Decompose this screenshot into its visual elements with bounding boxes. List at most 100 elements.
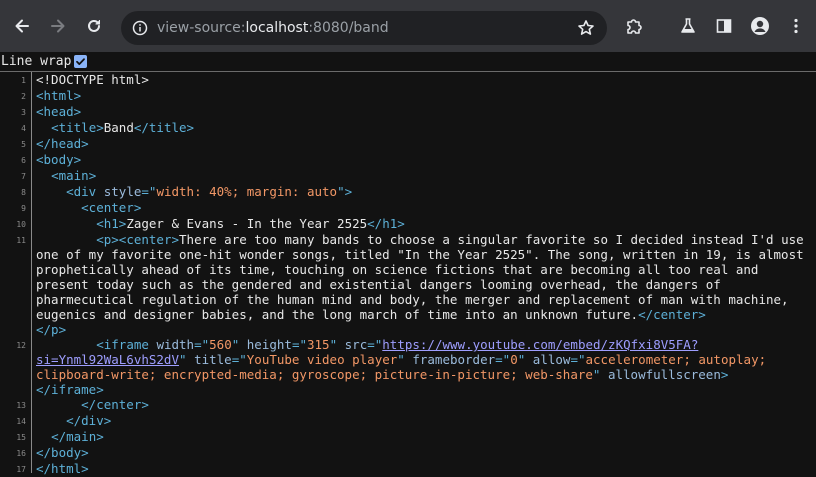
browser-toolbar: view-source:localhost:8080/band <box>0 0 816 52</box>
source-line: 9 <center> <box>0 200 816 216</box>
bookmark-star-icon[interactable] <box>575 17 597 39</box>
attr-name: allowfullscreen <box>607 367 721 382</box>
attr-value: 560 <box>209 337 232 352</box>
tag: </html> <box>36 461 89 476</box>
source-line: 1 <!DOCTYPE html> <box>0 72 816 88</box>
tag: <main> <box>51 168 97 183</box>
tag: =" <box>141 184 157 199</box>
attr-value: YouTube video player <box>246 352 398 367</box>
attr-name: allow <box>532 352 571 367</box>
source-line: 7 <main> <box>0 168 816 184</box>
attr-value: 0 <box>510 352 518 367</box>
tag: </center> <box>638 307 706 322</box>
line-number: 3 <box>21 108 26 117</box>
puzzle-icon <box>627 19 642 34</box>
source-line: 3 <head> <box>0 104 816 120</box>
attr-name: frameborder <box>412 352 496 367</box>
url-text[interactable]: view-source:localhost:8080/band <box>157 11 389 45</box>
tag: <center> <box>81 200 142 215</box>
source-line: 11 <p><center>There are too many bands t… <box>0 232 816 337</box>
line-number: 5 <box>21 140 26 149</box>
tag: </title> <box>133 120 195 135</box>
text: Zager & Evans - In the Year 2525 <box>126 216 368 231</box>
text: Band <box>103 120 134 135</box>
line-wrap-checkbox[interactable] <box>74 55 87 68</box>
source-line: 10 <h1>Zager & Evans - In the Year 2525<… <box>0 216 816 232</box>
forward-arrow-icon <box>51 19 65 33</box>
tag: </p> <box>36 322 67 337</box>
flask-icon <box>681 18 695 33</box>
reload-button[interactable] <box>80 12 108 40</box>
tag: <html> <box>36 88 82 103</box>
attr-value: width: 40%; margin: auto <box>156 184 338 199</box>
line-number: 8 <box>21 188 26 197</box>
avatar-icon <box>751 17 769 35</box>
tag: </main> <box>51 429 104 444</box>
back-button[interactable] <box>8 12 36 40</box>
line-wrap-label: Line wrap <box>1 54 72 69</box>
line-number: 2 <box>21 92 26 101</box>
profile-button[interactable] <box>746 12 774 40</box>
kebab-menu-icon <box>794 18 798 34</box>
tag: <iframe <box>96 337 157 352</box>
line-number: 17 <box>16 465 26 474</box>
address-bar[interactable]: view-source:localhost:8080/band <box>121 11 607 45</box>
side-panel-icon <box>716 19 732 33</box>
tag: </center> <box>81 397 149 412</box>
menu-button[interactable] <box>782 12 810 40</box>
back-arrow-icon <box>15 19 29 33</box>
tag: </body> <box>36 445 89 460</box>
tag: <h1> <box>96 216 127 231</box>
source-line: 15 </main> <box>0 429 816 445</box>
source-line: 13 </center> <box>0 397 816 413</box>
tag: "> <box>337 184 353 199</box>
attr-name: title <box>194 352 232 367</box>
line-number: 11 <box>16 236 26 245</box>
line-number: 12 <box>16 341 26 350</box>
tag: </head> <box>36 136 89 151</box>
source-line: 12 <iframe width="560" height="315" src=… <box>0 337 816 397</box>
line-number: 6 <box>21 156 26 165</box>
side-panel-button[interactable] <box>710 12 738 40</box>
line-number: 14 <box>16 417 26 426</box>
tag: <div <box>66 184 104 199</box>
tag: <title> <box>51 120 104 135</box>
tag: <head> <box>36 104 82 119</box>
attr-name: width <box>156 337 195 352</box>
attr-value: 315 <box>307 337 330 352</box>
source-line: 8 <div style="width: 40%; margin: auto"> <box>0 184 816 200</box>
source-line: 16 </body> <box>0 445 816 461</box>
line-number: 7 <box>21 172 26 181</box>
tag: </iframe> <box>36 382 104 397</box>
line-number: 1 <box>21 76 26 85</box>
source-line: 14 </div> <box>0 413 816 429</box>
source-line: 2 <html> <box>0 88 816 104</box>
url-host: localhost <box>245 20 309 36</box>
source-line: 4 <title>Band</title> <box>0 120 816 136</box>
line-number: 13 <box>16 401 26 410</box>
tag: </h1> <box>367 216 405 231</box>
site-info-icon[interactable] <box>129 17 151 39</box>
tag: <p><center> <box>96 232 180 247</box>
source-line: 6 <body> <box>0 152 816 168</box>
source-view: 1 <!DOCTYPE html> 2 <html> 3 <head> 4 <titl… <box>0 72 816 476</box>
attr-name: height <box>246 337 292 352</box>
line-number: 9 <box>21 204 26 213</box>
source-line: 5 </head> <box>0 136 816 152</box>
tag: <body> <box>36 152 82 167</box>
checkmark-icon <box>76 58 85 65</box>
attr-name: src <box>344 337 368 352</box>
extensions-button[interactable] <box>620 12 648 40</box>
line-wrap-bar: Line wrap <box>0 52 816 72</box>
line-number: 15 <box>16 433 26 442</box>
line-number: 16 <box>16 449 26 458</box>
reload-icon <box>88 19 100 32</box>
source-line: 17 </html> <box>0 461 816 477</box>
doctype: <!DOCTYPE html> <box>36 72 149 87</box>
labs-button[interactable] <box>674 12 702 40</box>
attr-name: style <box>103 184 142 199</box>
url-scheme: view-source: <box>157 20 246 36</box>
line-number: 4 <box>21 124 26 133</box>
line-number: 10 <box>16 220 26 229</box>
forward-button[interactable] <box>44 12 72 40</box>
